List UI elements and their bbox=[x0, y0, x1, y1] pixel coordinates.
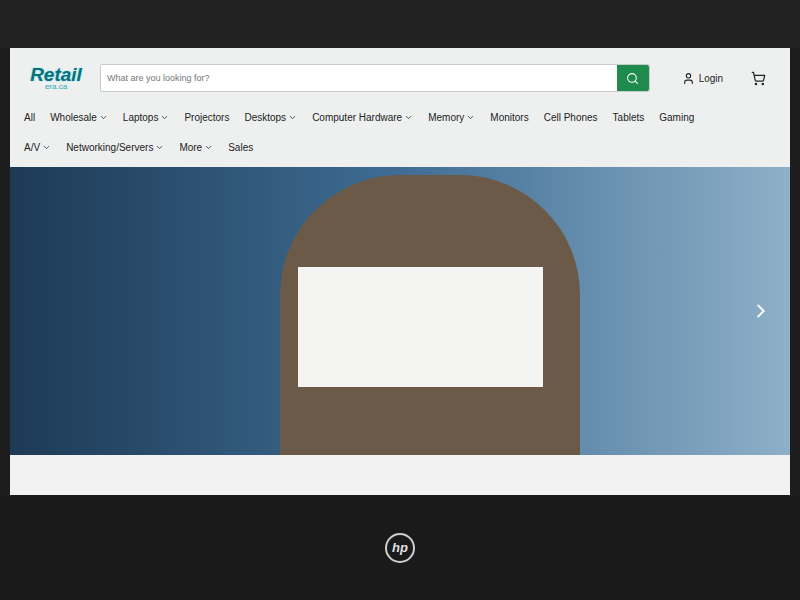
chevron-down-icon bbox=[155, 143, 164, 152]
login-link[interactable]: Login bbox=[682, 71, 723, 86]
nav-item[interactable]: Monitors bbox=[490, 110, 528, 125]
banner-sign bbox=[298, 267, 543, 387]
header: Retailera.ca Login bbox=[10, 48, 790, 102]
nav-item[interactable]: Laptops bbox=[123, 110, 170, 125]
search-button[interactable] bbox=[617, 65, 649, 91]
hp-logo: hp bbox=[385, 533, 415, 563]
nav-item[interactable]: Cell Phones bbox=[544, 110, 598, 125]
chevron-down-icon bbox=[204, 143, 213, 152]
bottom-bezel: hp bbox=[0, 495, 800, 600]
left-bezel bbox=[0, 48, 10, 495]
right-bezel bbox=[790, 48, 800, 495]
nav-item[interactable]: Networking/Servers bbox=[66, 140, 164, 155]
nav-item[interactable]: More bbox=[179, 140, 213, 155]
chevron-down-icon bbox=[99, 113, 108, 122]
screen: Retailera.ca Login All Wholesale Laptops Proj… bbox=[10, 48, 790, 495]
nav-item[interactable]: Memory bbox=[428, 110, 475, 125]
nav-item[interactable]: Wholesale bbox=[50, 110, 108, 125]
nav-item[interactable]: Computer Hardware bbox=[312, 110, 413, 125]
hero-banner[interactable] bbox=[10, 167, 790, 455]
search-bar bbox=[100, 64, 650, 92]
nav-item[interactable]: All bbox=[24, 110, 35, 125]
chevron-down-icon bbox=[466, 113, 475, 122]
top-bezel bbox=[0, 0, 800, 48]
laptop: Retailera.ca Login All Wholesale Laptops Proj… bbox=[0, 0, 800, 600]
main-nav: All Wholesale Laptops Projectors Desktops Com… bbox=[10, 102, 720, 155]
chevron-down-icon bbox=[42, 143, 51, 152]
nav-item[interactable]: A/V bbox=[24, 140, 51, 155]
nav-item[interactable]: Projectors bbox=[184, 110, 229, 125]
search-input[interactable] bbox=[101, 65, 617, 91]
magnifier-icon bbox=[626, 72, 639, 85]
nav-item[interactable]: Tablets bbox=[613, 110, 645, 125]
cart-icon[interactable] bbox=[751, 71, 766, 86]
nav-item[interactable]: Desktops bbox=[244, 110, 297, 125]
user-icon bbox=[682, 72, 695, 85]
chevron-down-icon bbox=[288, 113, 297, 122]
nav-item[interactable]: Gaming bbox=[659, 110, 694, 125]
chevron-down-icon bbox=[160, 113, 169, 122]
chevron-down-icon bbox=[404, 113, 413, 122]
logo[interactable]: Retailera.ca bbox=[28, 65, 84, 91]
nav-item[interactable]: Sales bbox=[228, 140, 253, 155]
next-slide-icon[interactable] bbox=[750, 300, 772, 322]
